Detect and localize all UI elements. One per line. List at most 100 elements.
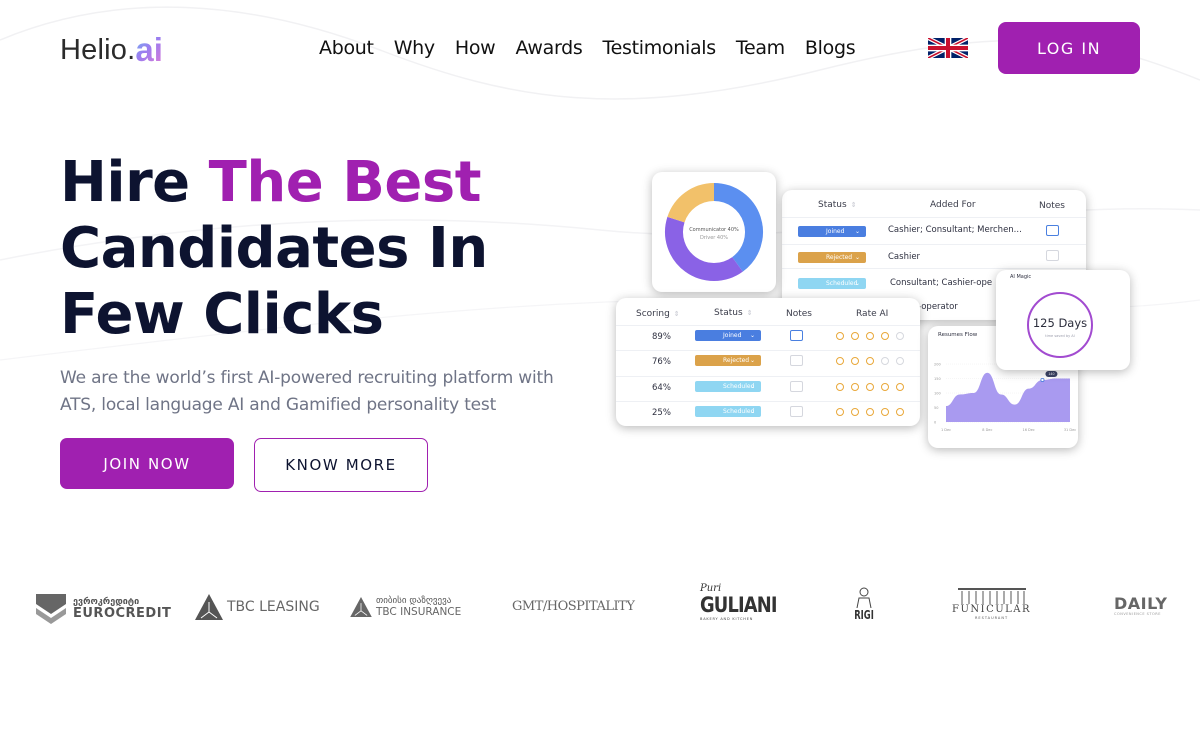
site-header: Helio. ai About Why How Awards Testimoni…: [0, 0, 1200, 96]
added-for-cell: Cashier: [888, 252, 921, 262]
rigi-figure-icon: [856, 587, 872, 608]
know-more-button[interactable]: KNOW MORE: [254, 438, 428, 492]
notes-icon[interactable]: [790, 330, 803, 341]
hero-subtitle-line1: We are the world’s first AI-powered recr…: [60, 368, 554, 388]
sort-icon: ⇕: [746, 309, 753, 317]
candidates-table-bottom: Scoring ⇕ Status ⇕ Notes Rate AI 89% Joined…: [616, 298, 920, 426]
header-status: Status ⇕: [714, 308, 753, 318]
brand-suffix: ai: [135, 31, 163, 68]
x-tick-label: 16 Dec: [1022, 428, 1034, 432]
notes-icon[interactable]: [1046, 225, 1059, 236]
rating-circle[interactable]: [881, 357, 889, 365]
status-dropdown[interactable]: Rejected ⌄: [695, 355, 761, 366]
magic-value: 125 Days: [1032, 316, 1088, 330]
y-tick-label: 200: [934, 363, 941, 367]
y-tick-label: 50: [934, 406, 938, 410]
hero-subtitle: We are the world’s first AI-powered recr…: [60, 365, 620, 419]
rating-circle[interactable]: [881, 383, 889, 391]
hero-title-line2: Candidates In: [60, 216, 488, 281]
rating-circle[interactable]: [866, 383, 874, 391]
partner-name: TBC INSURANCE: [376, 606, 462, 618]
nav-awards[interactable]: Awards: [515, 34, 582, 62]
uk-flag-icon[interactable]: [928, 38, 968, 58]
donut-chart-card: Communicator 40% Driver 40%: [652, 172, 776, 292]
rating-circle[interactable]: [851, 408, 859, 416]
rating-circle[interactable]: [896, 332, 904, 340]
magic-title: AI Magic: [1010, 274, 1032, 280]
notes-icon[interactable]: [790, 355, 803, 366]
rating-circle[interactable]: [881, 408, 889, 416]
flow-hover-point[interactable]: [1040, 377, 1045, 382]
rating-circle[interactable]: [836, 357, 844, 365]
rating-circle[interactable]: [881, 332, 889, 340]
nav-why[interactable]: Why: [394, 34, 435, 62]
header-added-for: Added For: [930, 200, 976, 210]
status-dropdown-joined[interactable]: Joined ⌄: [798, 226, 866, 237]
partner-sub: CONVENIENCE STORE: [1114, 612, 1161, 616]
brand-name: Helio.: [60, 34, 136, 66]
hero-title-line1: Hire The Best: [60, 150, 481, 215]
donut-center-label: Communicator 40%: [689, 227, 739, 233]
rate-ai-stars[interactable]: [836, 383, 904, 391]
x-tick-label: 1 Dec: [941, 428, 951, 432]
header-notes: Notes: [786, 309, 812, 319]
partner-logo-guliani[interactable]: Puri GULIANI BAKERY AND KITCHEN: [700, 584, 790, 622]
rating-circle[interactable]: [866, 357, 874, 365]
tbc-triangle-icon: [195, 594, 223, 620]
status-dropdown-scheduled[interactable]: Scheduled ⌄: [798, 278, 866, 289]
rating-circle[interactable]: [866, 408, 874, 416]
partner-name: TBC LEASING: [227, 599, 320, 615]
rate-ai-stars[interactable]: [836, 332, 904, 340]
flow-area: [946, 372, 1070, 422]
rating-circle[interactable]: [866, 332, 874, 340]
rating-circle[interactable]: [836, 408, 844, 416]
tbc-triangle-icon: [350, 597, 372, 617]
partner-logo-rigi[interactable]: RIGI: [850, 586, 878, 622]
rating-circle[interactable]: [896, 357, 904, 365]
partner-logo-funicular[interactable]: FUNICULAR RESTAURANT: [952, 588, 1031, 620]
status-dropdown-rejected[interactable]: Rejected ⌄: [798, 252, 866, 263]
partner-logo-gmt[interactable]: GMT/HOSPITALITY: [512, 599, 635, 614]
status-dropdown[interactable]: Joined ⌄: [695, 330, 761, 341]
rating-circle[interactable]: [896, 383, 904, 391]
notes-icon[interactable]: [1046, 250, 1059, 261]
rating-circle[interactable]: [851, 383, 859, 391]
rating-circle[interactable]: [896, 408, 904, 416]
main-nav: About Why How Awards Testimonials Team B…: [319, 34, 875, 62]
nav-blogs[interactable]: Blogs: [805, 34, 856, 62]
flow-tooltip-value: 140: [1048, 372, 1054, 376]
partner-logo-eurocredit[interactable]: ევროკრედიტი EUROCREDIT: [35, 592, 171, 624]
partner-logos: ევროკრედიტი EUROCREDIT TBC LEASING თიბის…: [0, 580, 1200, 640]
rating-circle[interactable]: [836, 332, 844, 340]
header-notes: Notes: [1039, 201, 1065, 211]
rating-circle[interactable]: [836, 383, 844, 391]
nav-how[interactable]: How: [455, 34, 496, 62]
sort-icon: ⇕: [850, 201, 857, 209]
partner-logo-daily[interactable]: DAILY CONVENIENCE STORE: [1114, 596, 1167, 617]
login-button[interactable]: LOG IN: [998, 22, 1140, 74]
nav-team[interactable]: Team: [736, 34, 785, 62]
rating-circle[interactable]: [851, 332, 859, 340]
score-cell: 64%: [652, 383, 671, 393]
rating-circle[interactable]: [851, 357, 859, 365]
status-dropdown[interactable]: Scheduled ⌄: [695, 381, 761, 392]
nav-testimonials[interactable]: Testimonials: [603, 34, 717, 62]
header-scoring: Scoring ⇕: [636, 309, 680, 319]
partner-sub: BAKERY AND KITCHEN: [700, 617, 754, 621]
y-tick-label: 0: [934, 421, 936, 425]
brand-logo[interactable]: Helio. ai: [60, 31, 163, 67]
partner-logo-tbc-insurance[interactable]: თიბისი დაზღვევა TBC INSURANCE: [350, 596, 461, 618]
rate-ai-stars[interactable]: [836, 408, 904, 416]
score-cell: 89%: [652, 332, 671, 342]
status-dropdown[interactable]: Scheduled ⌄: [695, 406, 761, 417]
join-now-button[interactable]: JOIN NOW: [60, 438, 234, 489]
donut-segment-other: [667, 183, 715, 223]
partner-sub: RESTAURANT: [974, 616, 1009, 620]
score-cell: 76%: [652, 357, 671, 367]
notes-icon[interactable]: [790, 406, 803, 417]
partner-name: GULIANI: [700, 593, 777, 617]
notes-icon[interactable]: [790, 381, 803, 392]
partner-logo-tbc-leasing[interactable]: TBC LEASING: [195, 594, 320, 620]
rate-ai-stars[interactable]: [836, 357, 904, 365]
nav-about[interactable]: About: [319, 34, 374, 62]
